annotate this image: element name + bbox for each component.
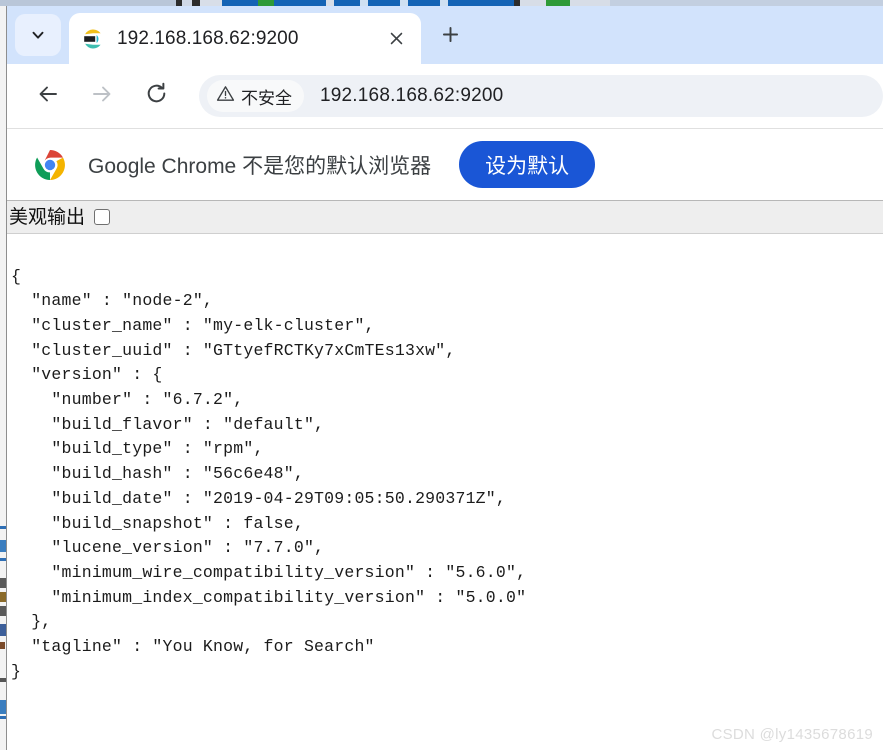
- browser-window: 192.168.168.62:9200 不安全 192.168.168.62:9…: [6, 6, 883, 750]
- address-bar-url: 192.168.168.62:9200: [320, 85, 504, 106]
- pretty-print-checkbox[interactable]: [94, 209, 111, 225]
- elasticsearch-icon: [82, 28, 104, 50]
- security-status-chip[interactable]: 不安全: [207, 80, 304, 112]
- chrome-logo-icon: [34, 149, 66, 181]
- warning-triangle-icon: [216, 84, 235, 108]
- tab-title: 192.168.168.62:9200: [117, 27, 299, 49]
- address-bar[interactable]: 不安全 192.168.168.62:9200: [199, 75, 883, 117]
- watermark: CSDN @ly1435678619: [711, 726, 873, 743]
- plus-icon: [440, 24, 461, 50]
- chevron-down-icon: [29, 26, 47, 44]
- default-browser-infobar: Google Chrome 不是您的默认浏览器 设为默认: [7, 128, 883, 200]
- security-status-label: 不安全: [241, 88, 292, 108]
- arrow-left-icon: [36, 82, 60, 111]
- pretty-print-label: 美观输出: [9, 206, 86, 228]
- reload-button[interactable]: [135, 75, 177, 117]
- json-response-body: { "name" : "node-2", "cluster_name" : "m…: [11, 266, 527, 681]
- set-default-button[interactable]: 设为默认: [459, 141, 596, 188]
- browser-tab[interactable]: 192.168.168.62:9200: [69, 13, 421, 64]
- close-icon[interactable]: [381, 24, 411, 54]
- browser-toolbar: 不安全 192.168.168.62:9200: [7, 64, 883, 128]
- back-button[interactable]: [27, 75, 69, 117]
- default-browser-message: Google Chrome 不是您的默认浏览器: [88, 154, 432, 178]
- forward-button[interactable]: [81, 75, 123, 117]
- pretty-print-bar: 美观输出: [7, 200, 883, 234]
- arrow-right-icon: [90, 82, 114, 111]
- page-content: 美观输出 { "name" : "node-2", "cluster_name"…: [7, 200, 883, 750]
- tab-strip: 192.168.168.62:9200: [7, 6, 883, 64]
- new-tab-button[interactable]: [431, 18, 469, 56]
- tab-search-button[interactable]: [15, 14, 61, 56]
- reload-icon: [144, 81, 169, 111]
